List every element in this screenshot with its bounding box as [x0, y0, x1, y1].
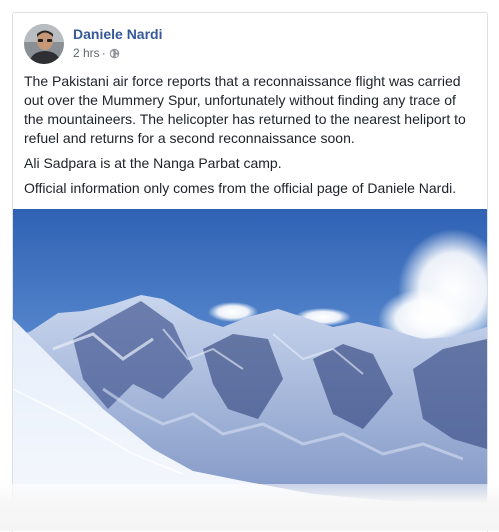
avatar[interactable]	[24, 24, 64, 64]
meta-separator: ·	[101, 46, 106, 60]
post-meta: 2 hrs ·	[73, 46, 120, 60]
author-name[interactable]: Daniele Nardi	[73, 26, 162, 42]
post-paragraph: The Pakistani air force reports that a r…	[24, 73, 466, 146]
post-body: The Pakistani air force reports that a r…	[24, 72, 476, 204]
post-photo[interactable]	[13, 209, 487, 509]
post-paragraph: Ali Sadpara is at the Nanga Parbat camp.	[24, 155, 282, 171]
post-timestamp[interactable]: 2 hrs	[73, 46, 100, 60]
globe-icon[interactable]	[109, 48, 120, 59]
post-card: Daniele Nardi 2 hrs · The Pakistani air …	[12, 12, 488, 532]
post-paragraph: Official information only comes from the…	[24, 180, 457, 196]
bottom-fade-overlay	[0, 484, 499, 531]
